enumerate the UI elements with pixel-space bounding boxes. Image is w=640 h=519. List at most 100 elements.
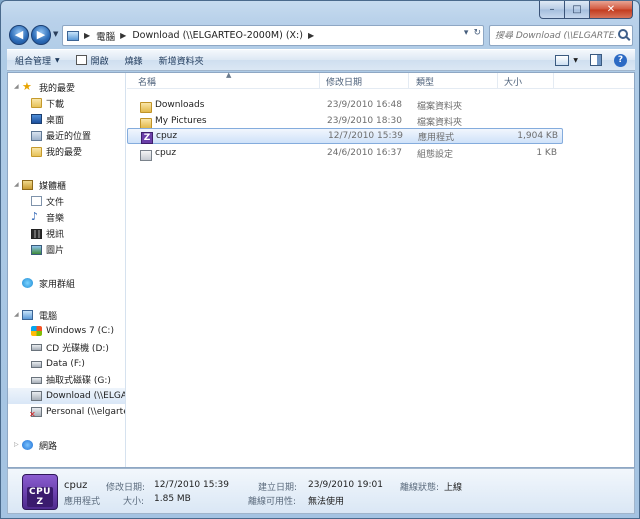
file-list[interactable]: 名稱 ▲ 修改日期 類型 大小 Downloads 23/9/2010 16:4… bbox=[127, 71, 634, 467]
disconnected-drive-icon bbox=[29, 407, 42, 419]
file-date: 23/9/2010 18:30 bbox=[327, 116, 402, 126]
column-headers: 名稱 ▲ 修改日期 類型 大小 bbox=[127, 71, 634, 89]
nav-libraries[interactable]: ◢ 媒體櫃 bbox=[8, 177, 125, 193]
details-file-kind: 應用程式 bbox=[64, 497, 101, 507]
chevron-down-icon[interactable]: ▼ bbox=[573, 57, 578, 64]
file-type: 檔案資料夾 bbox=[417, 117, 463, 128]
search-input[interactable] bbox=[495, 30, 617, 41]
nav-drive-g[interactable]: 抽取式磁碟 (G:) bbox=[8, 372, 125, 388]
help-icon[interactable]: ? bbox=[614, 53, 627, 67]
maximize-button[interactable]: □ bbox=[565, 1, 590, 19]
back-button[interactable]: ◀ bbox=[9, 25, 29, 45]
windows-drive-icon bbox=[31, 326, 42, 337]
file-row[interactable]: My Pictures 23/9/2010 18:30 檔案資料夾 bbox=[127, 113, 563, 129]
breadcrumb-computer[interactable]: 電腦 bbox=[96, 29, 115, 43]
details-offline-label: 離線狀態: bbox=[400, 483, 440, 493]
new-folder-button[interactable]: 新增資料夾 bbox=[151, 50, 212, 70]
file-date: 24/6/2010 16:37 bbox=[327, 148, 402, 158]
homegroup-group: 家用群組 bbox=[8, 275, 125, 291]
details-availability-value: 無法使用 bbox=[308, 497, 345, 507]
address-dropdown-icon[interactable]: ▾ bbox=[464, 28, 469, 38]
expand-arrow-icon[interactable]: ◢ bbox=[14, 181, 19, 188]
nav-music[interactable]: ♪ 音樂 bbox=[8, 209, 125, 225]
file-name: cpuz bbox=[156, 131, 178, 141]
favorites-folder-icon bbox=[31, 146, 42, 157]
organize-button[interactable]: 組合管理 ▼ bbox=[7, 50, 68, 70]
file-name: My Pictures bbox=[155, 116, 207, 126]
nav-network[interactable]: ▷ 網路 bbox=[8, 437, 125, 453]
navigation-pane[interactable]: ◢ ★ 我的最愛 下載 桌面 最近的位置 我的最愛 ◢ 媒體櫃 文件 ♪ 音樂 … bbox=[8, 73, 126, 467]
new-folder-label: 新增資料夾 bbox=[158, 56, 204, 67]
details-availability-label: 離線可用性: bbox=[248, 497, 297, 507]
column-label: 大小 bbox=[504, 77, 523, 88]
column-type[interactable]: 類型 bbox=[409, 73, 498, 89]
breadcrumb-separator[interactable]: ▶ bbox=[308, 31, 314, 40]
nav-desktop[interactable]: 桌面 bbox=[8, 111, 125, 127]
nav-videos[interactable]: 視訊 bbox=[8, 226, 125, 242]
nav-drive-x[interactable]: Download (\\ELGA bbox=[8, 387, 126, 405]
file-name: cpuz bbox=[155, 148, 177, 158]
search-box[interactable] bbox=[489, 25, 633, 46]
burn-button[interactable]: 燒錄 bbox=[117, 50, 151, 70]
file-row[interactable]: cpuz 24/6/2010 16:37 組態設定 1 KB bbox=[127, 145, 563, 161]
preview-pane-icon[interactable] bbox=[590, 54, 602, 66]
file-type: 組態設定 bbox=[417, 149, 454, 160]
recent-pages-dropdown[interactable]: ▼ bbox=[53, 30, 58, 38]
nav-computer[interactable]: ◢ 電腦 bbox=[8, 307, 125, 323]
nav-documents[interactable]: 文件 bbox=[8, 193, 125, 209]
network-group: ▷ 網路 bbox=[8, 437, 125, 453]
nav-pictures[interactable]: 圖片 bbox=[8, 242, 125, 258]
breadcrumb-separator[interactable]: ▶ bbox=[84, 31, 90, 40]
column-label: 名稱 bbox=[138, 77, 157, 88]
refresh-icon[interactable]: ↻ bbox=[473, 28, 481, 38]
nav-downloads[interactable]: 下載 bbox=[8, 95, 125, 111]
explorer-window: – □ ✕ ◀ ▶ ▼ ▶ 電腦 ▶ Download (\\ELGARTEO-… bbox=[0, 0, 640, 519]
chevron-down-icon: ▼ bbox=[55, 56, 60, 64]
forward-button[interactable]: ▶ bbox=[31, 25, 51, 45]
nav-label: 媒體櫃 bbox=[39, 181, 67, 192]
details-created-label: 建立日期: bbox=[258, 483, 298, 493]
cpuz-thumbnail-icon: CPU Z bbox=[22, 474, 58, 510]
command-bar: 組合管理 ▼ 開啟 燒錄 新增資料夾 ▼ ? bbox=[7, 49, 635, 71]
nav-recent-places[interactable]: 最近的位置 bbox=[8, 128, 125, 144]
details-modified-value: 12/7/2010 15:39 bbox=[154, 480, 229, 490]
nav-drive-c[interactable]: Windows 7 (C:) bbox=[8, 323, 125, 339]
minimize-button[interactable]: – bbox=[539, 1, 565, 19]
nav-label: Personal (\\elgarte bbox=[46, 407, 126, 418]
nav-homegroup[interactable]: 家用群組 bbox=[8, 275, 125, 291]
open-button[interactable]: 開啟 bbox=[68, 50, 117, 70]
breadcrumb-download[interactable]: Download (\\ELGARTEO-2000M) (X:) bbox=[132, 30, 303, 41]
file-size: 1,904 KB bbox=[517, 131, 558, 141]
nav-label: 圖片 bbox=[46, 246, 65, 257]
file-row[interactable]: Downloads 23/9/2010 16:48 檔案資料夾 bbox=[127, 97, 563, 113]
recent-places-icon bbox=[31, 130, 42, 141]
nav-favorites[interactable]: ◢ ★ 我的最愛 bbox=[8, 79, 125, 95]
nav-label: Download (\\ELGA bbox=[46, 391, 126, 402]
expand-arrow-icon[interactable]: ◢ bbox=[14, 311, 19, 318]
nav-label: 家用群組 bbox=[39, 279, 76, 290]
nav-drive-personal[interactable]: Personal (\\elgarte bbox=[8, 404, 126, 420]
libraries-group: ◢ 媒體櫃 文件 ♪ 音樂 視訊 圖片 bbox=[8, 177, 125, 258]
file-row-selected[interactable]: Z cpuz 12/7/2010 15:39 應用程式 1,904 KB bbox=[127, 128, 563, 144]
removable-drive-icon bbox=[31, 376, 42, 384]
column-name[interactable]: 名稱 ▲ bbox=[127, 71, 320, 89]
expand-arrow-icon[interactable]: ◢ bbox=[14, 83, 19, 90]
file-type: 檔案資料夾 bbox=[417, 101, 463, 112]
details-modified-label: 修改日期: bbox=[106, 483, 146, 493]
folder-icon bbox=[140, 102, 152, 113]
expand-arrow-icon[interactable]: ▷ bbox=[14, 441, 19, 448]
address-bar[interactable]: ▶ 電腦 ▶ Download (\\ELGARTEO-2000M) (X:) … bbox=[62, 25, 484, 46]
column-size[interactable]: 大小 bbox=[498, 73, 554, 89]
search-icon[interactable] bbox=[618, 29, 628, 39]
nav-drive-f[interactable]: Data (F:) bbox=[8, 356, 125, 372]
change-view-icon[interactable] bbox=[555, 54, 570, 66]
library-icon bbox=[22, 180, 33, 190]
column-date[interactable]: 修改日期 bbox=[320, 73, 409, 89]
nav-drive-d[interactable]: CD 光碟機 (D:) bbox=[8, 339, 125, 355]
nav-my-favorites[interactable]: 我的最愛 bbox=[8, 144, 125, 160]
breadcrumb-separator[interactable]: ▶ bbox=[120, 31, 126, 40]
nav-label: 文件 bbox=[46, 197, 65, 208]
close-button[interactable]: ✕ bbox=[590, 1, 633, 19]
nav-label: 我的最愛 bbox=[39, 83, 76, 94]
homegroup-icon bbox=[22, 278, 33, 288]
